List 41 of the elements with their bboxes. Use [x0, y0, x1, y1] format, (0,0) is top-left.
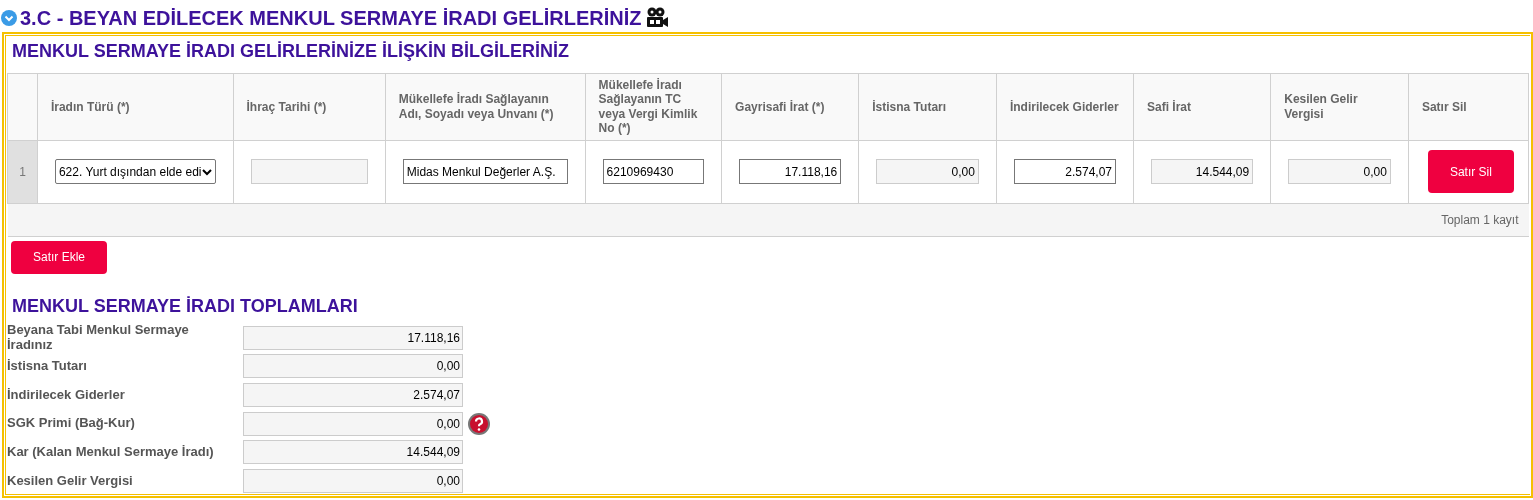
readonly-field: 14.544,09: [1151, 159, 1254, 185]
field-label: İstisna Tutarı: [7, 359, 88, 374]
readonly-field: 14.544,09: [243, 440, 463, 465]
column-header: İradın Türü (*): [50, 99, 130, 114]
column-header: Safi İrat: [1147, 99, 1191, 114]
readonly-field: 0,00: [243, 411, 463, 436]
record-count: Toplam 1 kayıt: [1441, 212, 1519, 227]
input-field[interactable]: 6210969430: [602, 159, 705, 185]
video-camera-icon[interactable]: [644, 6, 669, 29]
column-header: İstisna Tutarı: [872, 99, 947, 114]
expand-icon[interactable]: [1, 9, 17, 26]
field-label: SGK Primi (Bağ-Kur): [7, 416, 136, 431]
field-label: Kar (Kalan Menkul Sermaye İradı): [7, 445, 215, 460]
readonly-field: 17.118,16: [243, 325, 463, 350]
type-select[interactable]: 622. Yurt dışından elde edi: [54, 159, 216, 185]
column-header: Kesilen Gelir Vergisi: [1284, 92, 1358, 121]
readonly-field: 0,00: [876, 159, 979, 185]
readonly-field: 0,00: [1288, 159, 1391, 185]
readonly-field: 0,00: [243, 468, 463, 493]
row-number: 1: [19, 164, 26, 179]
column-header: Satır Sil: [1421, 99, 1467, 114]
caret-icon[interactable]: [201, 167, 212, 176]
section-title: 3.C - BEYAN EDİLECEK MENKUL SERMAYE İRADI GELİRLERİNİZ: [20, 5, 642, 30]
column-header: Mükellefe İradı Sağlayanın Adı, Soyadı veya Unvanı (*): [398, 92, 554, 121]
readonly-field: 0,00: [243, 354, 463, 379]
delete-row-button[interactable]: Satır Sil: [1427, 150, 1514, 194]
panel-title: MENKUL SERMAYE İRADI GELİRLERİNİZE İLİŞKİN BİLGİLERİNİZ: [11, 40, 571, 63]
field-label: Beyana Tabi Menkul Sermaye İradınız: [7, 323, 190, 352]
readonly-field: 2.574,07: [243, 382, 463, 407]
input-field[interactable]: Midas Menkul Değerler A.Ş.: [402, 159, 568, 185]
column-header: Mükellefe İradı Sağlayanın TC veya Vergi Kimlik No (*): [598, 78, 698, 136]
column-header: İndirilecek Giderler: [1009, 99, 1119, 114]
input-field[interactable]: 2.574,07: [1013, 159, 1116, 185]
column-header: Gayrisafi İrat (*): [735, 99, 825, 114]
help-icon[interactable]: [467, 411, 491, 436]
add-row-button[interactable]: Satır Ekle: [11, 240, 107, 274]
column-header: İhraç Tarihi (*): [246, 99, 327, 114]
field-label: İndirilecek Giderler: [7, 387, 126, 402]
field-label: Kesilen Gelir Vergisi: [7, 473, 134, 489]
totals-title: MENKUL SERMAYE İRADI TOPLAMLARI: [12, 295, 359, 318]
input-field[interactable]: 17.118,16: [739, 159, 842, 185]
